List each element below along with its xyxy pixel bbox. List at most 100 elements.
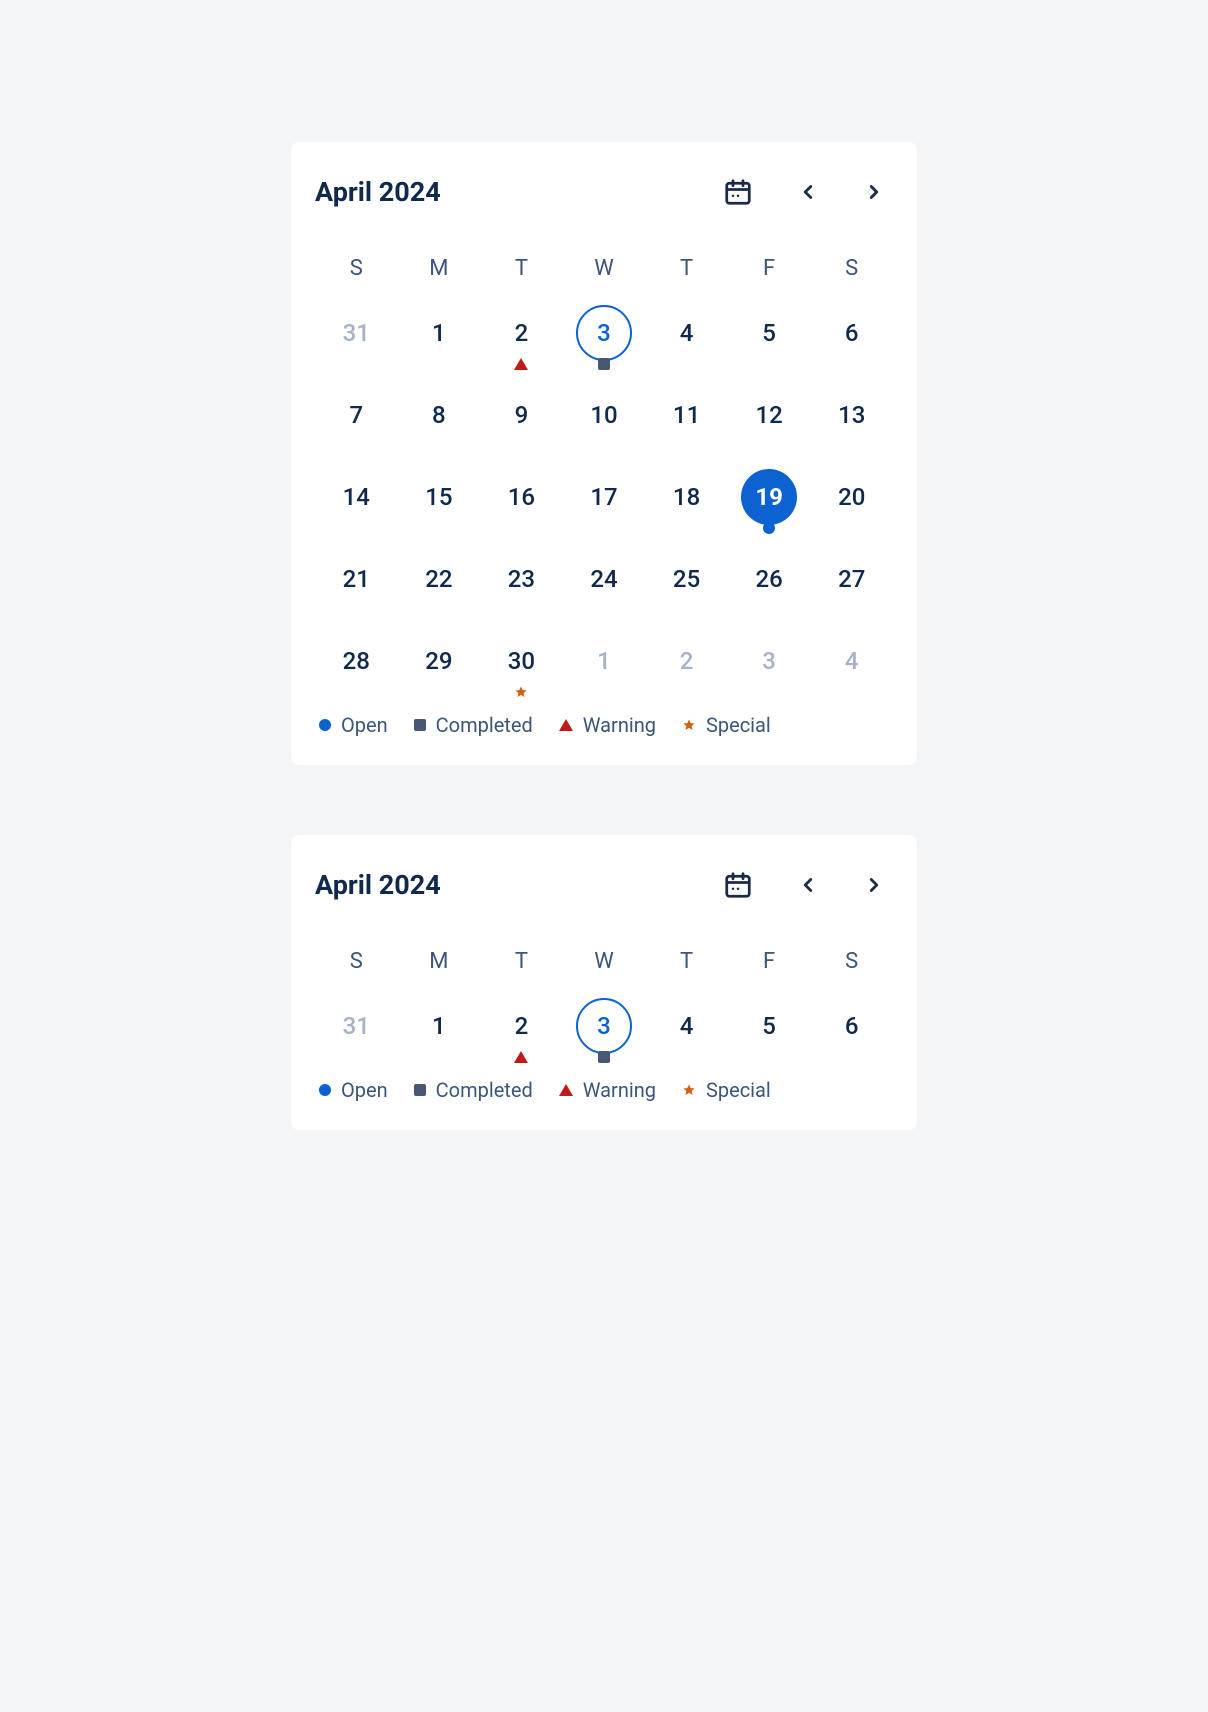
day-cell[interactable]: 15	[398, 455, 481, 537]
day-cell[interactable]: 5	[728, 291, 811, 373]
square-icon	[414, 1084, 426, 1096]
circle-icon	[319, 719, 331, 731]
weekday-label: T	[480, 246, 563, 291]
day-cell[interactable]: 30	[480, 619, 563, 701]
header-controls	[723, 177, 885, 207]
day-cell[interactable]: 2	[480, 291, 563, 373]
next-month-button[interactable]	[863, 874, 885, 896]
jump-to-date-button[interactable]	[723, 870, 753, 900]
day-cell[interactable]: 16	[480, 455, 563, 537]
day-marker-slot	[598, 357, 610, 371]
star-icon	[682, 718, 696, 732]
day-cell[interactable]: 24	[563, 537, 646, 619]
page: April 2024SMTWTFS31123456789101112131415…	[0, 0, 1208, 1130]
day-cell[interactable]: 4	[645, 291, 728, 373]
day-cell[interactable]: 4	[810, 619, 893, 701]
day-number: 13	[824, 387, 880, 443]
day-number: 12	[741, 387, 797, 443]
day-number: 8	[411, 387, 467, 443]
day-number: 14	[328, 469, 384, 525]
day-cell[interactable]: 28	[315, 619, 398, 701]
day-cell[interactable]: 31	[315, 984, 398, 1066]
day-number: 28	[328, 633, 384, 689]
day-number: 21	[328, 551, 384, 607]
day-cell[interactable]: 19	[728, 455, 811, 537]
day-cell[interactable]: 7	[315, 373, 398, 455]
day-cell[interactable]: 27	[810, 537, 893, 619]
day-cell[interactable]: 18	[645, 455, 728, 537]
next-month-button[interactable]	[863, 181, 885, 203]
day-cell[interactable]: 2	[645, 619, 728, 701]
weekday-label: T	[480, 939, 563, 984]
day-marker-slot	[514, 357, 528, 371]
header-controls	[723, 870, 885, 900]
day-cell[interactable]: 5	[728, 984, 811, 1066]
weekday-label: M	[398, 246, 481, 291]
day-cell[interactable]: 25	[645, 537, 728, 619]
week-row: 14 15161718 19 20	[315, 455, 893, 537]
day-number: 20	[824, 469, 880, 525]
day-number: 25	[659, 551, 715, 607]
star-icon	[682, 1083, 696, 1097]
weekday-label: T	[645, 939, 728, 984]
legend: OpenCompletedWarningSpecial	[315, 1066, 893, 1102]
day-cell[interactable]: 14	[315, 455, 398, 537]
day-number: 18	[659, 469, 715, 525]
legend-item: Open	[319, 713, 388, 737]
day-number: 5	[741, 998, 797, 1054]
week-row: 21 222324252627	[315, 537, 893, 619]
weekday-header: SMTWTFS	[315, 246, 893, 291]
day-cell[interactable]: 21	[315, 537, 398, 619]
triangle-icon	[514, 1051, 528, 1063]
day-number: 4	[659, 305, 715, 361]
day-cell[interactable]: 12	[728, 373, 811, 455]
day-cell[interactable]: 4	[645, 984, 728, 1066]
jump-to-date-button[interactable]	[723, 177, 753, 207]
day-marker-slot	[763, 521, 775, 535]
day-number: 2	[493, 305, 549, 361]
day-cell[interactable]: 6	[810, 291, 893, 373]
legend-label: Warning	[583, 1078, 656, 1102]
day-cell[interactable]: 1	[563, 619, 646, 701]
day-cell[interactable]: 10	[563, 373, 646, 455]
calendar-header: April 2024	[315, 869, 893, 911]
weekday-label: S	[810, 246, 893, 291]
triangle-icon	[514, 358, 528, 370]
day-cell[interactable]: 29	[398, 619, 481, 701]
day-cell[interactable]: 20	[810, 455, 893, 537]
day-cell[interactable]: 22	[398, 537, 481, 619]
triangle-icon	[559, 719, 573, 731]
day-number: 27	[824, 551, 880, 607]
day-cell[interactable]: 9	[480, 373, 563, 455]
day-cell[interactable]: 31	[315, 291, 398, 373]
day-cell[interactable]: 23	[480, 537, 563, 619]
day-cell[interactable]: 2	[480, 984, 563, 1066]
day-marker-slot	[514, 1050, 528, 1064]
day-cell[interactable]: 3	[563, 984, 646, 1066]
legend-item: Completed	[414, 1078, 533, 1102]
day-number: 6	[824, 998, 880, 1054]
prev-month-button[interactable]	[797, 874, 819, 896]
day-number: 4	[659, 998, 715, 1054]
day-cell[interactable]: 6	[810, 984, 893, 1066]
prev-month-button[interactable]	[797, 181, 819, 203]
day-cell[interactable]: 17	[563, 455, 646, 537]
day-cell[interactable]: 8	[398, 373, 481, 455]
day-number: 22	[411, 551, 467, 607]
day-number: 30	[493, 633, 549, 689]
legend-item: Warning	[559, 1078, 656, 1102]
day-cell[interactable]: 1	[398, 984, 481, 1066]
day-number: 15	[411, 469, 467, 525]
day-cell[interactable]: 26	[728, 537, 811, 619]
day-number: 1	[411, 305, 467, 361]
day-marker-slot	[598, 1050, 610, 1064]
day-cell[interactable]: 1	[398, 291, 481, 373]
day-cell[interactable]: 13	[810, 373, 893, 455]
day-cell[interactable]: 3	[563, 291, 646, 373]
day-cell[interactable]: 3	[728, 619, 811, 701]
legend-label: Open	[341, 713, 388, 737]
day-number: 19	[741, 469, 797, 525]
weekday-label: S	[810, 939, 893, 984]
day-number: 31	[328, 305, 384, 361]
day-cell[interactable]: 11	[645, 373, 728, 455]
